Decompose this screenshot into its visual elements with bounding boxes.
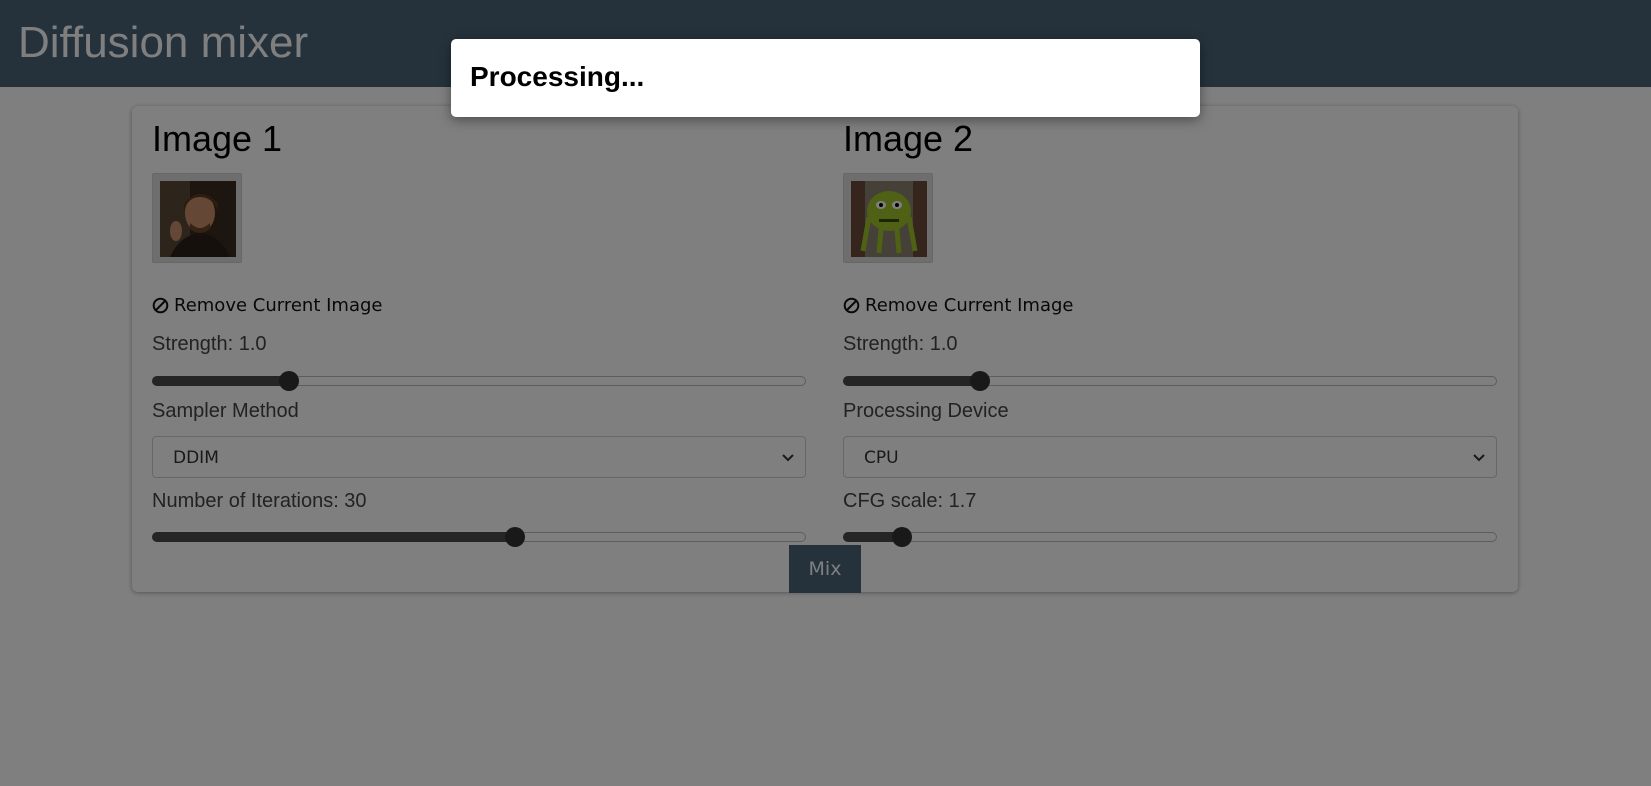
processing-message: Processing... xyxy=(470,61,645,92)
modal-backdrop xyxy=(0,0,1651,786)
processing-dialog: Processing... xyxy=(451,39,1200,117)
